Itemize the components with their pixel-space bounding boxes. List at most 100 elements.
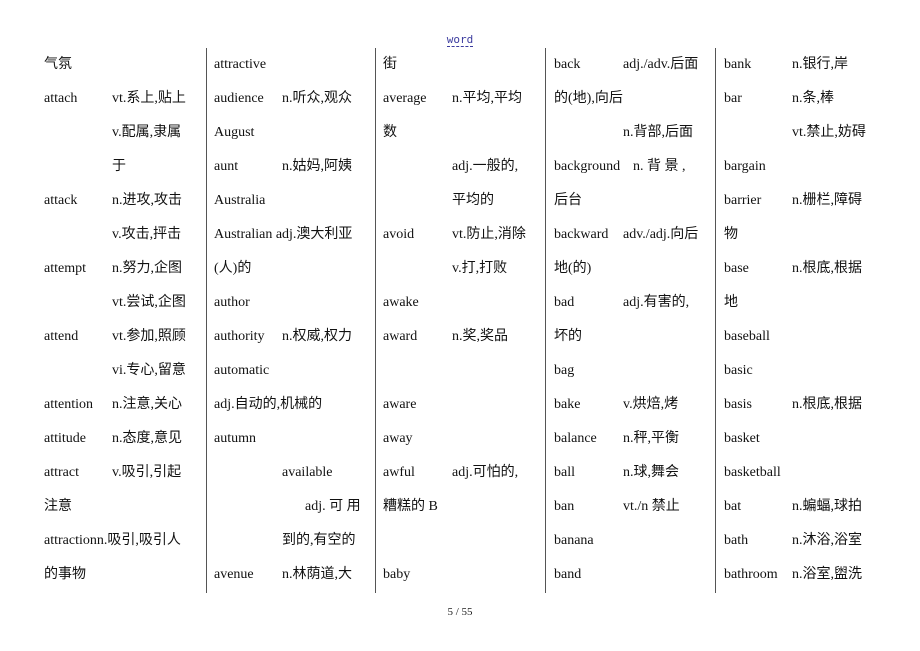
word: attend [44,329,79,344]
word: basic [724,363,753,378]
vocabulary-row: attack n.进攻,攻击 [44,184,199,218]
vocabulary-row: bank n.银行,岸 [724,48,879,82]
column-divider [545,48,546,593]
word: Australian adj.澳大利亚 [214,227,353,242]
vocabulary-row: vi.专心,留意 [44,354,199,388]
vocabulary-row: avenue n.林荫道,大 [214,558,369,592]
word: 物 [724,227,738,242]
word: basketball [724,465,781,480]
vocabulary-row: backward adv./adj.向后 [554,218,709,252]
column-divider [375,48,376,593]
vocabulary-row: baby [383,558,538,592]
vocabulary-row: adj. 可 用 [214,490,369,524]
vocabulary-row: basket [724,422,879,456]
vocabulary-row: attitude n.态度,意见 [44,422,199,456]
vocabulary-row [383,354,538,388]
definition: n.进攻,攻击 [112,193,182,208]
vocabulary-row: bad adj.有害的, [554,286,709,320]
word: automatic [214,363,270,378]
word: baby [383,567,411,582]
word: banana [554,533,594,548]
definition: v.攻击,抨击 [112,227,182,242]
vocabulary-row: avoid vt.防止,消除 [383,218,538,252]
definition: 于 [112,159,126,174]
word: bath [724,533,749,548]
vocabulary-row: 街 [383,48,538,82]
vocabulary-row: adj.一般的, [383,150,538,184]
document-header: word [0,33,920,47]
vocabulary-row: n.背部,后面 [554,116,709,150]
word: 注意 [44,499,72,514]
definition: n.姑妈,阿姨 [282,159,352,174]
column-divider [206,48,207,593]
vocabulary-row: v.攻击,抨击 [44,218,199,252]
word: (人)的 [214,261,252,276]
word: autumn [214,431,256,446]
word: author [214,295,250,310]
vocabulary-row: attend vt.参加,照顾 [44,320,199,354]
word: attractive [214,57,267,72]
vocabulary-row: 糟糕的 B [383,490,538,524]
vocabulary-row: available [214,456,369,490]
definition: n.听众,观众 [282,91,352,106]
vocabulary-row: 气氛 [44,48,199,82]
word: 糟糕的 B [383,499,438,514]
vocabulary-column: attractive audience n.听众,观众 August aunt n.姑妈,… [214,48,369,593]
vocabulary-row: bake v.烘焙,烤 [554,388,709,422]
definition: vt./n 禁止 [623,499,680,514]
word: adj.自动的,机械的 [214,397,323,412]
definition: v.烘焙,烤 [623,397,679,412]
definition: n.条,棒 [792,91,834,106]
definition: n.栅栏,障碍 [792,193,862,208]
word: 街 [383,57,397,72]
vocabulary-row: banana [554,524,709,558]
vocabulary-row: bath n.沐浴,浴室 [724,524,879,558]
vocabulary-row: 于 [44,150,199,184]
word: August [214,125,255,140]
definition: n.银行,岸 [792,57,848,72]
vocabulary-row: background n. 背 景 , [554,150,709,184]
vocabulary-row: basketball [724,456,879,490]
vocabulary-row: author [214,286,369,320]
vocabulary-row: 平均的 [383,184,538,218]
definition: vi.专心,留意 [112,363,186,378]
vocabulary-row: award n.奖,奖品 [383,320,538,354]
vocabulary-row: basic [724,354,879,388]
vocabulary-row: attractive [214,48,369,82]
vocabulary-column: 气氛 attach vt.系上,贴上 v.配属,隶属于 attack n.进攻,攻击 v.攻… [44,48,199,593]
word: attack [44,193,78,208]
vocabulary-row: 地(的) [554,252,709,286]
definition: n.根底,根据 [792,261,862,276]
definition: n. 背 景 , [633,159,686,174]
vocabulary-row: 物 [724,218,879,252]
word: 后台 [554,193,582,208]
vocabulary-row: August [214,116,369,150]
vocabulary-row: (人)的 [214,252,369,286]
definition: n.背部,后面 [623,125,693,140]
vocabulary-row: bat n.蝙蝠,球拍 [724,490,879,524]
word: attitude [44,431,86,446]
word: attach [44,91,78,106]
vocabulary-row: 坏的 [554,320,709,354]
vocabulary-row: Australian adj.澳大利亚 [214,218,369,252]
definition: n.蝙蝠,球拍 [792,499,862,514]
word: 坏的 [554,329,582,344]
word: aunt [214,159,239,174]
vocabulary-row: bar n.条,棒 [724,82,879,116]
definition: adj.一般的, [452,159,519,174]
word: bank [724,57,752,72]
definition: vt.禁止,妨碍 [792,125,866,140]
vocabulary-row: aunt n.姑妈,阿姨 [214,150,369,184]
definition: 平均的 [452,193,494,208]
definition: v.打,打败 [452,261,508,276]
definition: n.浴室,盥洗 [792,567,862,582]
definition: available [282,465,333,480]
word: 数 [383,125,397,140]
vocabulary-column: bank n.银行,岸 bar n.条,棒 vt.禁止,妨碍 bargain barrier… [724,48,879,593]
definition: v.配属,隶属 [112,125,182,140]
word: balance [554,431,597,446]
vocabulary-row: bathroom n.浴室,盥洗 [724,558,879,592]
word: away [383,431,413,446]
word: award [383,329,418,344]
word: authority [214,329,265,344]
